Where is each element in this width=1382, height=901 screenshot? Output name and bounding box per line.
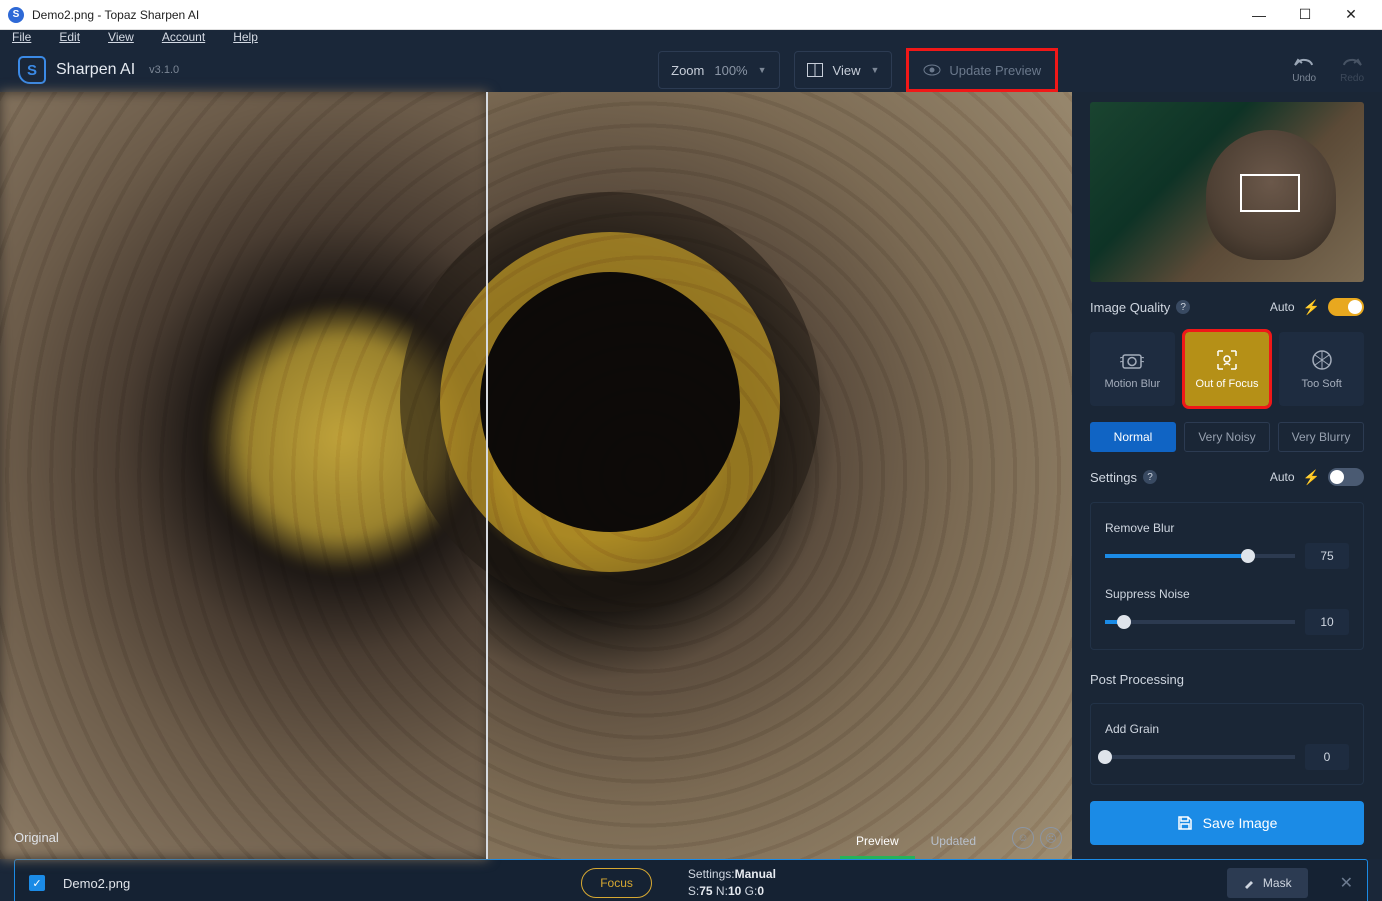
navigator-thumbnail[interactable] <box>1090 102 1364 282</box>
toolbar: S Sharpen AI v3.1.0 Zoom 100% ▼ View ▼ U… <box>0 48 1382 92</box>
brand-version: v3.1.0 <box>149 64 179 76</box>
undo-icon <box>1294 57 1314 73</box>
brush-icon <box>1243 877 1255 889</box>
brand-name: Sharpen AI <box>56 61 135 79</box>
file-name: Demo2.png <box>63 876 130 891</box>
feedback-sad-icon[interactable]: ☹ <box>1040 827 1062 849</box>
camera-icon <box>1120 348 1144 372</box>
file-meta: Settings:Manual S:75 N:10 G:0 <box>688 866 776 900</box>
tab-updated[interactable]: Updated <box>915 826 992 859</box>
chevron-down-icon: ▼ <box>758 65 767 75</box>
image-quality-auto-toggle[interactable] <box>1328 298 1364 316</box>
add-grain-value[interactable]: 0 <box>1305 744 1349 770</box>
navigator-viewport[interactable] <box>1240 174 1300 212</box>
save-image-button[interactable]: Save Image <box>1090 801 1364 845</box>
feedback-happy-icon[interactable]: ☺ <box>1012 827 1034 849</box>
mode-too-soft[interactable]: Too Soft <box>1279 332 1364 406</box>
comparison-divider[interactable] <box>486 92 488 859</box>
file-strip[interactable]: ✓ Demo2.png Focus Settings:Manual S:75 N… <box>14 859 1368 901</box>
add-grain-slider[interactable] <box>1105 755 1295 759</box>
add-grain-label: Add Grain <box>1105 722 1349 736</box>
original-label: Original <box>14 830 59 845</box>
sidebar: Image Quality ? Auto ⚡ Motion Blur Out o… <box>1072 92 1382 859</box>
menu-help[interactable]: Help <box>233 30 258 48</box>
window-title: Demo2.png - Topaz Sharpen AI <box>32 8 1236 22</box>
window-minimize-button[interactable]: — <box>1236 0 1282 30</box>
submode-very-blurry[interactable]: Very Blurry <box>1278 422 1364 452</box>
brand-icon: S <box>18 56 46 84</box>
menu-account[interactable]: Account <box>162 30 205 48</box>
mode-out-of-focus[interactable]: Out of Focus <box>1185 332 1270 406</box>
menu-file[interactable]: File <box>12 30 31 48</box>
update-preview-label: Update Preview <box>949 63 1041 78</box>
preview-canvas[interactable]: Original Preview Updated ☺ ☹ <box>0 92 1072 859</box>
post-processing-label: Post Processing <box>1090 672 1364 687</box>
file-close-icon[interactable]: ✕ <box>1340 873 1353 893</box>
tab-preview[interactable]: Preview <box>840 826 915 859</box>
chevron-down-icon: ▼ <box>870 65 879 75</box>
auto-label: Auto <box>1270 300 1295 314</box>
redo-button[interactable]: Redo <box>1340 57 1364 84</box>
bolt-icon: ⚡ <box>1303 469 1320 486</box>
window-maximize-button[interactable]: ☐ <box>1282 0 1328 30</box>
menu-view[interactable]: View <box>108 30 134 48</box>
suppress-noise-slider[interactable] <box>1105 620 1295 624</box>
file-checkbox[interactable]: ✓ <box>29 875 45 891</box>
help-icon[interactable]: ? <box>1143 470 1157 484</box>
zoom-value: 100% <box>714 63 747 78</box>
suppress-noise-label: Suppress Noise <box>1105 587 1349 601</box>
menu-edit[interactable]: Edit <box>59 30 80 48</box>
footer: ✓ Demo2.png Focus Settings:Manual S:75 N… <box>0 859 1382 901</box>
zoom-label: Zoom <box>671 63 704 78</box>
focus-icon <box>1215 348 1239 372</box>
remove-blur-label: Remove Blur <box>1105 521 1349 535</box>
zoom-control[interactable]: Zoom 100% ▼ <box>658 51 779 89</box>
update-preview-button[interactable]: Update Preview <box>906 48 1058 92</box>
mode-motion-blur[interactable]: Motion Blur <box>1090 332 1175 406</box>
redo-icon <box>1342 57 1362 73</box>
menu-bar: File Edit View Account Help <box>0 30 1382 48</box>
settings-auto-label: Auto <box>1270 470 1295 484</box>
window-close-button[interactable]: ✕ <box>1328 0 1374 30</box>
submode-normal[interactable]: Normal <box>1090 422 1176 452</box>
submode-very-noisy[interactable]: Very Noisy <box>1184 422 1270 452</box>
mask-button[interactable]: Mask <box>1227 868 1308 898</box>
focus-pill[interactable]: Focus <box>581 868 652 898</box>
settings-label: Settings <box>1090 470 1137 485</box>
settings-auto-toggle[interactable] <box>1328 468 1364 486</box>
image-quality-label: Image Quality <box>1090 300 1170 315</box>
view-control[interactable]: View ▼ <box>794 51 893 89</box>
lens-icon <box>1310 348 1334 372</box>
help-icon[interactable]: ? <box>1176 300 1190 314</box>
suppress-noise-value[interactable]: 10 <box>1305 609 1349 635</box>
bolt-icon: ⚡ <box>1303 299 1320 316</box>
remove-blur-value[interactable]: 75 <box>1305 543 1349 569</box>
app-icon: S <box>8 7 24 23</box>
undo-button[interactable]: Undo <box>1292 57 1316 84</box>
save-icon <box>1177 815 1193 831</box>
eye-icon <box>923 64 941 76</box>
split-view-icon <box>807 63 823 77</box>
view-label: View <box>833 63 861 78</box>
window-titlebar: S Demo2.png - Topaz Sharpen AI — ☐ ✕ <box>0 0 1382 30</box>
remove-blur-slider[interactable] <box>1105 554 1295 558</box>
brand: S Sharpen AI v3.1.0 <box>18 56 179 84</box>
